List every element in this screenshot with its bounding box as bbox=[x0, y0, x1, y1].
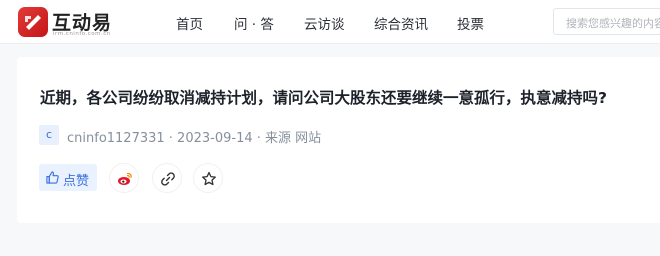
nav-qa[interactable]: 问 · 答 bbox=[234, 13, 274, 33]
nav-cloud-interview[interactable]: 云访谈 bbox=[304, 13, 345, 33]
site-logo[interactable]: 互动易 irm.cninfo.com.cn bbox=[18, 7, 128, 39]
avatar: c bbox=[39, 125, 59, 145]
nav-vote[interactable]: 投票 bbox=[457, 13, 484, 33]
favorite-button[interactable] bbox=[193, 163, 223, 193]
star-icon bbox=[202, 171, 216, 186]
nav-news[interactable]: 综合资讯 bbox=[374, 13, 428, 33]
logo-subtext: irm.cninfo.com.cn bbox=[53, 31, 111, 37]
weibo-icon bbox=[118, 172, 132, 185]
link-icon bbox=[161, 172, 175, 186]
like-label: 点赞 bbox=[63, 174, 90, 189]
search-input[interactable]: 搜索您感兴趣的内容 bbox=[553, 8, 660, 35]
copy-link-button[interactable] bbox=[152, 163, 182, 193]
top-header: 互动易 irm.cninfo.com.cn 首页 问 · 答 云访谈 综合资讯 … bbox=[0, 0, 660, 44]
question-card: 近期，各公司纷纷取消减持计划，请问公司大股东还要继续一意孤行，执意减持吗? c … bbox=[17, 57, 660, 223]
nav-home[interactable]: 首页 bbox=[176, 13, 203, 33]
share-weibo-button[interactable] bbox=[109, 163, 139, 193]
logo-icon bbox=[18, 7, 48, 37]
like-button[interactable]: 点赞 bbox=[39, 164, 97, 191]
meta-text: cninfo1127331 · 2023-09-14 · 来源 网站 bbox=[67, 131, 322, 146]
thumbs-up-icon bbox=[46, 171, 59, 184]
question-title[interactable]: 近期，各公司纷纷取消减持计划，请问公司大股东还要继续一意孤行，执意减持吗? bbox=[40, 86, 607, 108]
